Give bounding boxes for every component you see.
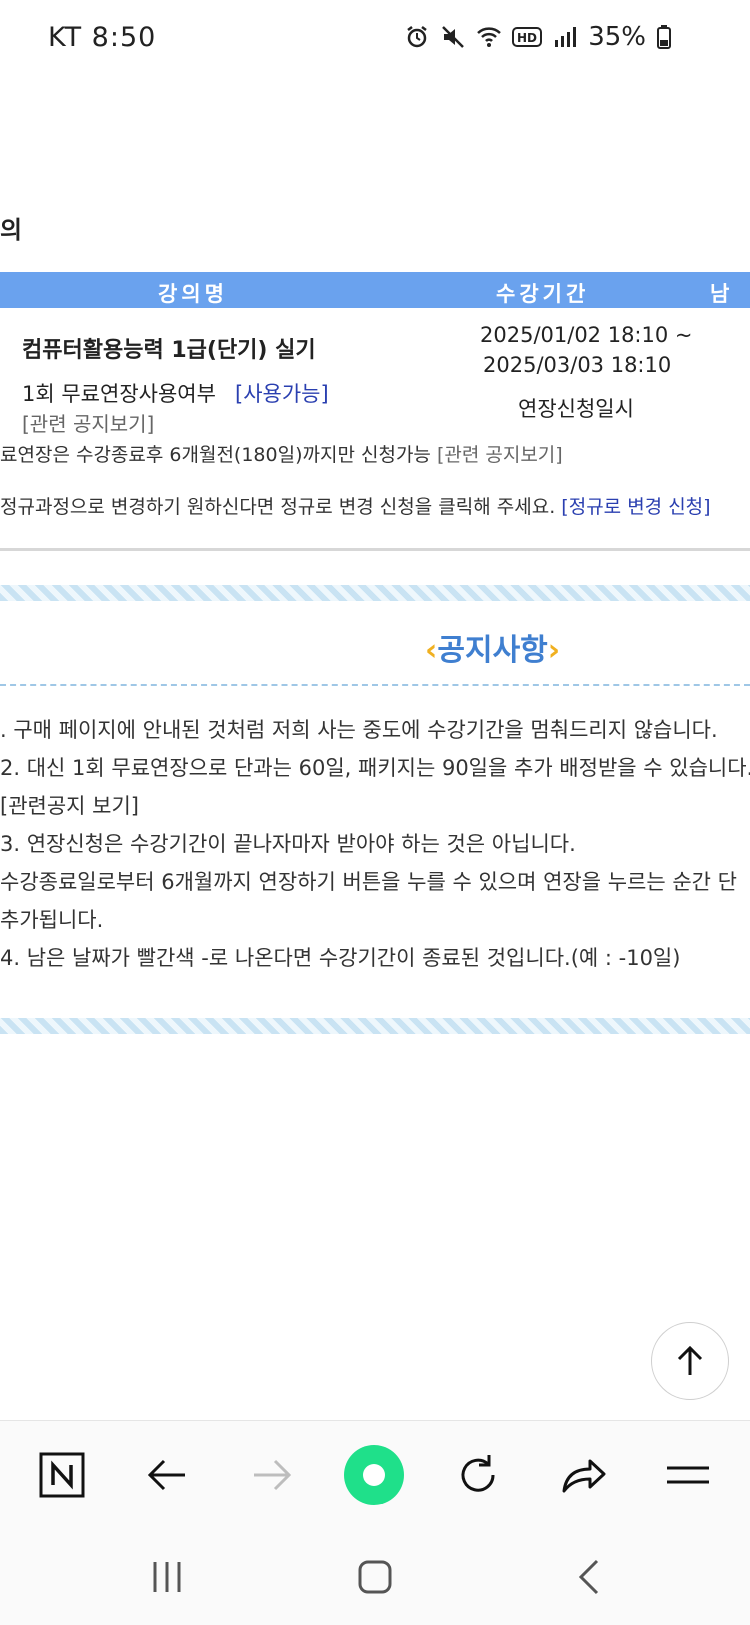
chevron-left-icon: ‹ [425,633,438,668]
period-start: 2025/01/02 18:10 ~ [480,323,693,347]
system-back-button[interactable] [558,1552,618,1602]
mute-icon [442,26,465,48]
recent-apps-icon [153,1562,181,1592]
extension-info-text: 료연장은 수강종료후 6개월전(180일)까지만 신청가능 [0,444,431,466]
share-icon [562,1459,606,1493]
related-notice-link-2[interactable]: [관련 공지보기] [437,444,563,466]
status-carrier-time: KT 8:50 [48,22,157,53]
system-navbar [0,1530,750,1625]
notice-divider [0,684,750,686]
status-icons: HD 35% [404,22,672,52]
back-button[interactable] [135,1443,199,1507]
refresh-button[interactable] [446,1443,510,1507]
header-course-name: 강의명 [158,282,228,306]
notice-line-1: . 구매 페이지에 안내된 것처럼 저희 사는 중도에 수강기간을 멈춰드리지 … [0,718,718,742]
notice-line-6: 추가됩니다. [0,908,104,932]
notice-border-bottom [0,1018,750,1034]
wifi-icon [477,27,502,47]
alarm-icon [407,26,427,48]
extension-apply-date: 연장신청일시 [518,397,634,421]
notice-title-text: 공지사항 [437,633,548,668]
notice-border-top [0,585,750,601]
forward-button[interactable] [240,1443,304,1507]
regular-change-line: 정규과정으로 변경하기 원하신다면 정규로 변경 신청을 클릭해 주세요. [정… [0,492,711,519]
naver-home-icon [39,1452,85,1498]
table-header: 강의명 수강기간 남은 [0,272,750,336]
extension-info-line: 료연장은 수강종료후 6개월전(180일)까지만 신청가능 [관련 공지보기] [0,440,563,467]
forward-arrow-icon [254,1459,292,1491]
share-button[interactable] [552,1443,616,1507]
refresh-icon [461,1455,495,1492]
course-title[interactable]: 컴퓨터활용능력 1급(단기) 실기 [22,332,316,364]
back-icon [578,1559,599,1595]
notice-line-5: 수강종료일로부터 6개월까지 연장하기 버튼을 누를 수 있으며 연장을 누르는… [0,870,737,894]
notice-line-2: 2. 대신 1회 무료연장으로 단과는 60일, 패키지는 90일을 추가 배정… [0,756,750,780]
battery-icon [657,25,671,49]
browser-toolbar [0,1420,750,1531]
hd-icon: HD [512,27,543,47]
page-heading: 의 [0,216,23,244]
green-dot-icon [344,1445,404,1505]
free-extension-label: 1회 무료연장사용여부 [22,382,216,406]
period-end: 2025/03/03 18:10 [483,353,672,377]
green-dot-button[interactable] [342,1443,406,1507]
svg-text:HD: HD [517,31,537,45]
regular-change-text: 정규과정으로 변경하기 원하신다면 정규로 변경 신청을 클릭해 주세요. [0,496,556,518]
battery-percent: 35% [588,22,646,52]
extension-status: [사용가능] [235,382,329,406]
notice-line-7: 4. 남은 날짜가 빨간색 -로 나온다면 수강기간이 종료된 것입니다.(예 … [0,946,681,970]
chevron-right-icon: › [547,633,561,668]
home-icon [358,1560,392,1594]
notice-line-4: 3. 연장신청은 수강기간이 끝나자마자 받아야 하는 것은 아닙니다. [0,832,576,856]
scroll-top-button[interactable] [651,1322,729,1400]
naver-home-button[interactable] [30,1443,94,1507]
back-arrow-icon [147,1459,185,1491]
header-period: 수강기간 [496,282,590,306]
notice-line-3[interactable]: [관련공지 보기] [0,790,139,820]
course-period: 2025/01/02 18:10 ~ 2025/03/03 18:10 [480,320,693,380]
arrow-up-icon [677,1345,703,1375]
notice-title: ‹공지사항› [425,625,560,669]
regular-change-link[interactable]: [정규로 변경 신청] [561,496,710,518]
signal-icon [555,27,577,47]
menu-button[interactable] [656,1443,720,1507]
home-button[interactable] [345,1552,405,1602]
related-notice-link[interactable]: [관련 공지보기] [22,408,154,437]
menu-icon [667,1466,709,1484]
recent-apps-button[interactable] [137,1552,197,1602]
